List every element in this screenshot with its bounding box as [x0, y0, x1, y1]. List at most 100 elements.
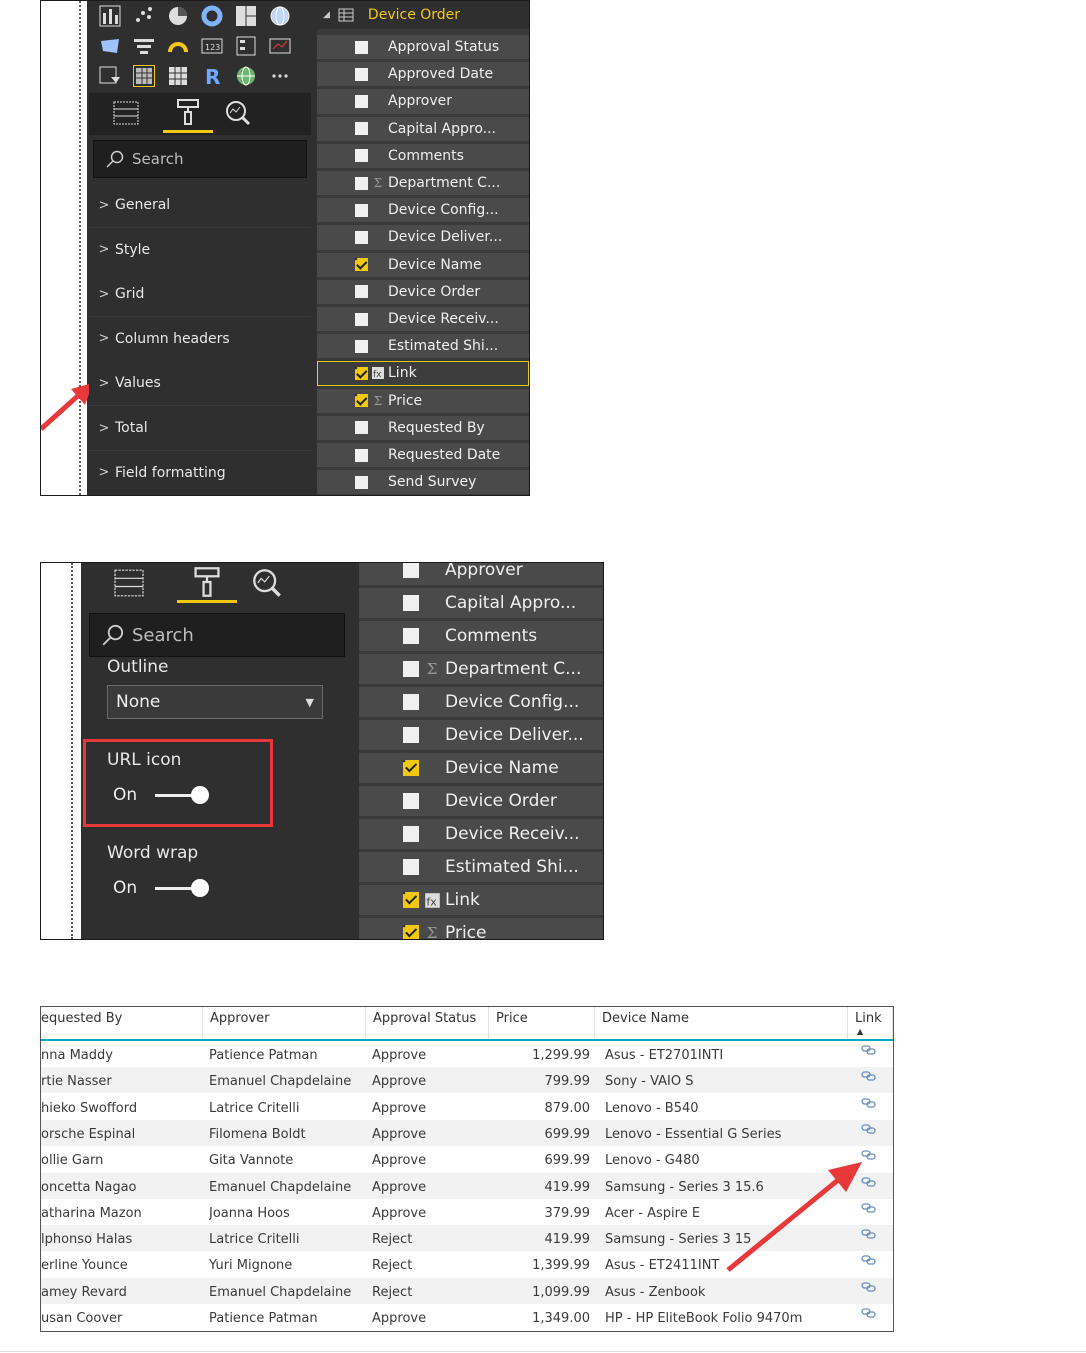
gauge-icon[interactable]: [167, 35, 189, 57]
field-item-device-receiv[interactable]: Device Receiv...: [359, 819, 603, 849]
url-link-icon[interactable]: [861, 1123, 877, 1135]
field-checkbox[interactable]: [355, 312, 368, 326]
field-item-estimated-shi[interactable]: Estimated Shi...: [317, 334, 529, 359]
column-header-link[interactable]: Link: [849, 1007, 893, 1039]
field-item-department-c[interactable]: Σ Department C...: [359, 654, 603, 684]
field-checkbox[interactable]: [355, 230, 368, 244]
table-visual-icon[interactable]: [133, 65, 155, 87]
kpi-icon[interactable]: [269, 35, 291, 57]
format-search-box[interactable]: Search: [89, 613, 345, 657]
field-item-device-receiv[interactable]: Device Receiv...: [317, 307, 529, 332]
field-checkbox[interactable]: [403, 694, 419, 710]
url-link-icon[interactable]: [861, 1044, 877, 1056]
field-item-comments[interactable]: Comments: [317, 143, 529, 168]
url-link-icon[interactable]: [861, 1070, 877, 1082]
outline-dropdown[interactable]: None ▼: [107, 685, 323, 719]
field-checkbox[interactable]: [355, 149, 368, 163]
field-item-link[interactable]: fx Link: [359, 885, 603, 915]
slicer-icon[interactable]: [99, 65, 121, 87]
field-item-price[interactable]: Σ Price: [359, 918, 603, 939]
field-item-device-order[interactable]: Device Order: [359, 786, 603, 816]
field-checkbox[interactable]: [403, 628, 419, 644]
field-checkbox[interactable]: [355, 448, 368, 462]
url-link-icon[interactable]: [861, 1307, 877, 1319]
column-header-equested-by[interactable]: equested By: [41, 1007, 203, 1039]
field-checkbox[interactable]: [355, 339, 368, 353]
field-checkbox[interactable]: [355, 94, 368, 108]
field-item-device-deliver[interactable]: Device Deliver...: [359, 720, 603, 750]
field-checkbox[interactable]: [403, 826, 419, 842]
field-checkbox[interactable]: [403, 925, 419, 939]
field-item-approval-status[interactable]: Approval Status: [317, 35, 529, 60]
word-wrap-toggle[interactable]: On: [113, 878, 210, 898]
field-checkbox[interactable]: [355, 475, 368, 489]
column-header-approver[interactable]: Approver: [204, 1007, 366, 1039]
field-item-approved-date[interactable]: Approved Date: [317, 62, 529, 87]
field-item-requested-date[interactable]: Requested Date: [317, 443, 529, 468]
tab-format[interactable]: [177, 563, 237, 603]
field-item-price[interactable]: Σ Price: [317, 388, 529, 413]
field-item-capital-appro[interactable]: Capital Appro...: [317, 116, 529, 141]
more-visuals-icon[interactable]: [269, 65, 291, 87]
field-item-device-deliver[interactable]: Device Deliver...: [317, 225, 529, 250]
url-icon-toggle[interactable]: On: [113, 785, 210, 805]
field-checkbox[interactable]: [403, 859, 419, 875]
r-script-icon[interactable]: R: [201, 65, 223, 87]
field-item-requested-by[interactable]: Requested By: [317, 415, 529, 440]
field-checkbox[interactable]: [403, 727, 419, 743]
field-checkbox[interactable]: [403, 892, 419, 908]
sort-ascending-icon[interactable]: ▲: [857, 1027, 863, 1036]
column-header-device-name[interactable]: Device Name: [596, 1007, 848, 1039]
ribbon-chart-icon[interactable]: [99, 5, 121, 27]
field-checkbox[interactable]: [355, 394, 368, 408]
tab-fields[interactable]: [89, 93, 163, 133]
field-checkbox[interactable]: [355, 285, 368, 299]
pie-chart-icon[interactable]: [167, 5, 189, 27]
field-item-device-order[interactable]: Device Order: [317, 279, 529, 304]
field-item-send-survey[interactable]: Send Survey: [317, 470, 529, 495]
field-checkbox[interactable]: [355, 366, 368, 380]
field-item-capital-appro[interactable]: Capital Appro...: [359, 588, 603, 618]
field-checkbox[interactable]: [355, 176, 368, 190]
field-checkbox[interactable]: [403, 760, 419, 776]
field-checkbox[interactable]: [403, 661, 419, 677]
url-link-icon[interactable]: [861, 1281, 877, 1293]
column-header-approval-status[interactable]: Approval Status: [367, 1007, 489, 1039]
card-icon[interactable]: 123: [201, 35, 223, 57]
tab-analytics[interactable]: [213, 93, 263, 133]
multi-row-card-icon[interactable]: [235, 35, 257, 57]
filled-map-icon[interactable]: [99, 35, 121, 57]
field-checkbox[interactable]: [355, 40, 368, 54]
field-checkbox[interactable]: [403, 563, 419, 578]
field-item-comments[interactable]: Comments: [359, 621, 603, 651]
donut-chart-icon[interactable]: [201, 5, 223, 27]
format-section-grid[interactable]: > Grid: [89, 272, 311, 318]
field-item-device-config[interactable]: Device Config...: [317, 198, 529, 223]
treemap-icon[interactable]: [235, 5, 257, 27]
field-checkbox[interactable]: [403, 793, 419, 809]
format-section-column-headers[interactable]: > Column headers: [89, 316, 311, 362]
field-checkbox[interactable]: [355, 122, 368, 136]
format-section-style[interactable]: > Style: [89, 227, 311, 273]
scatter-chart-icon[interactable]: [133, 5, 155, 27]
format-search-box[interactable]: Search: [93, 140, 307, 178]
url-link-icon[interactable]: [861, 1097, 877, 1109]
field-item-device-config[interactable]: Device Config...: [359, 687, 603, 717]
field-checkbox[interactable]: [355, 67, 368, 81]
field-item-approver[interactable]: Approver: [317, 89, 529, 114]
format-section-general[interactable]: > General: [89, 183, 311, 228]
tab-analytics[interactable]: [237, 563, 297, 603]
field-checkbox[interactable]: [355, 421, 368, 435]
format-section-field-formatting[interactable]: > Field formatting: [89, 450, 311, 495]
field-item-estimated-shi[interactable]: Estimated Shi...: [359, 852, 603, 882]
arcgis-map-icon[interactable]: [235, 65, 257, 87]
field-item-department-c[interactable]: Σ Department C...: [317, 171, 529, 196]
field-checkbox[interactable]: [403, 595, 419, 611]
field-checkbox[interactable]: [355, 203, 368, 217]
field-checkbox[interactable]: [355, 258, 368, 272]
matrix-icon[interactable]: [167, 65, 189, 87]
field-item-device-name[interactable]: Device Name: [317, 252, 529, 277]
field-item-link[interactable]: fx Link: [317, 361, 529, 386]
column-header-price[interactable]: Price: [490, 1007, 595, 1039]
funnel-icon[interactable]: [133, 35, 155, 57]
